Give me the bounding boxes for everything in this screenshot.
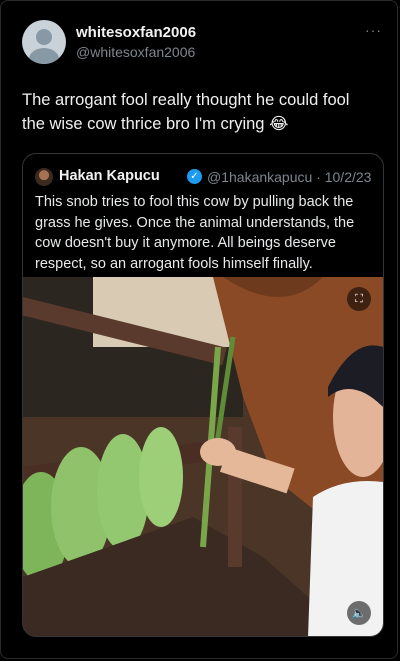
quoted-display-name[interactable]: Hakan Kapucu (59, 168, 160, 184)
post-handle[interactable]: @whitesoxfan2006 (76, 44, 195, 60)
video-player[interactable]: ⛶ 🔈 (23, 277, 383, 636)
quoted-post-text: This snob tries to fool this cow by pull… (35, 194, 355, 272)
quoted-user-avatar[interactable] (35, 168, 53, 186)
quoted-handle-date[interactable]: @1hakankapucu · 10/2/23 (207, 169, 371, 185)
avatar-body-shape (29, 48, 59, 64)
quoted-post[interactable]: Hakan Kapucu ✓ @1hakankapucu · 10/2/23 T… (22, 153, 384, 637)
post-display-name[interactable]: whitesoxfan2006 (76, 24, 196, 41)
verified-badge-icon: ✓ (187, 169, 202, 184)
post-text: The arrogant fool really thought he coul… (22, 91, 350, 133)
more-options-icon[interactable]: ··· (365, 22, 382, 38)
mute-icon[interactable]: 🔈 (347, 601, 371, 625)
user-avatar[interactable] (22, 20, 66, 64)
video-frame (23, 277, 383, 636)
fullscreen-icon[interactable]: ⛶ (347, 287, 371, 311)
avatar-head-shape (36, 29, 52, 45)
